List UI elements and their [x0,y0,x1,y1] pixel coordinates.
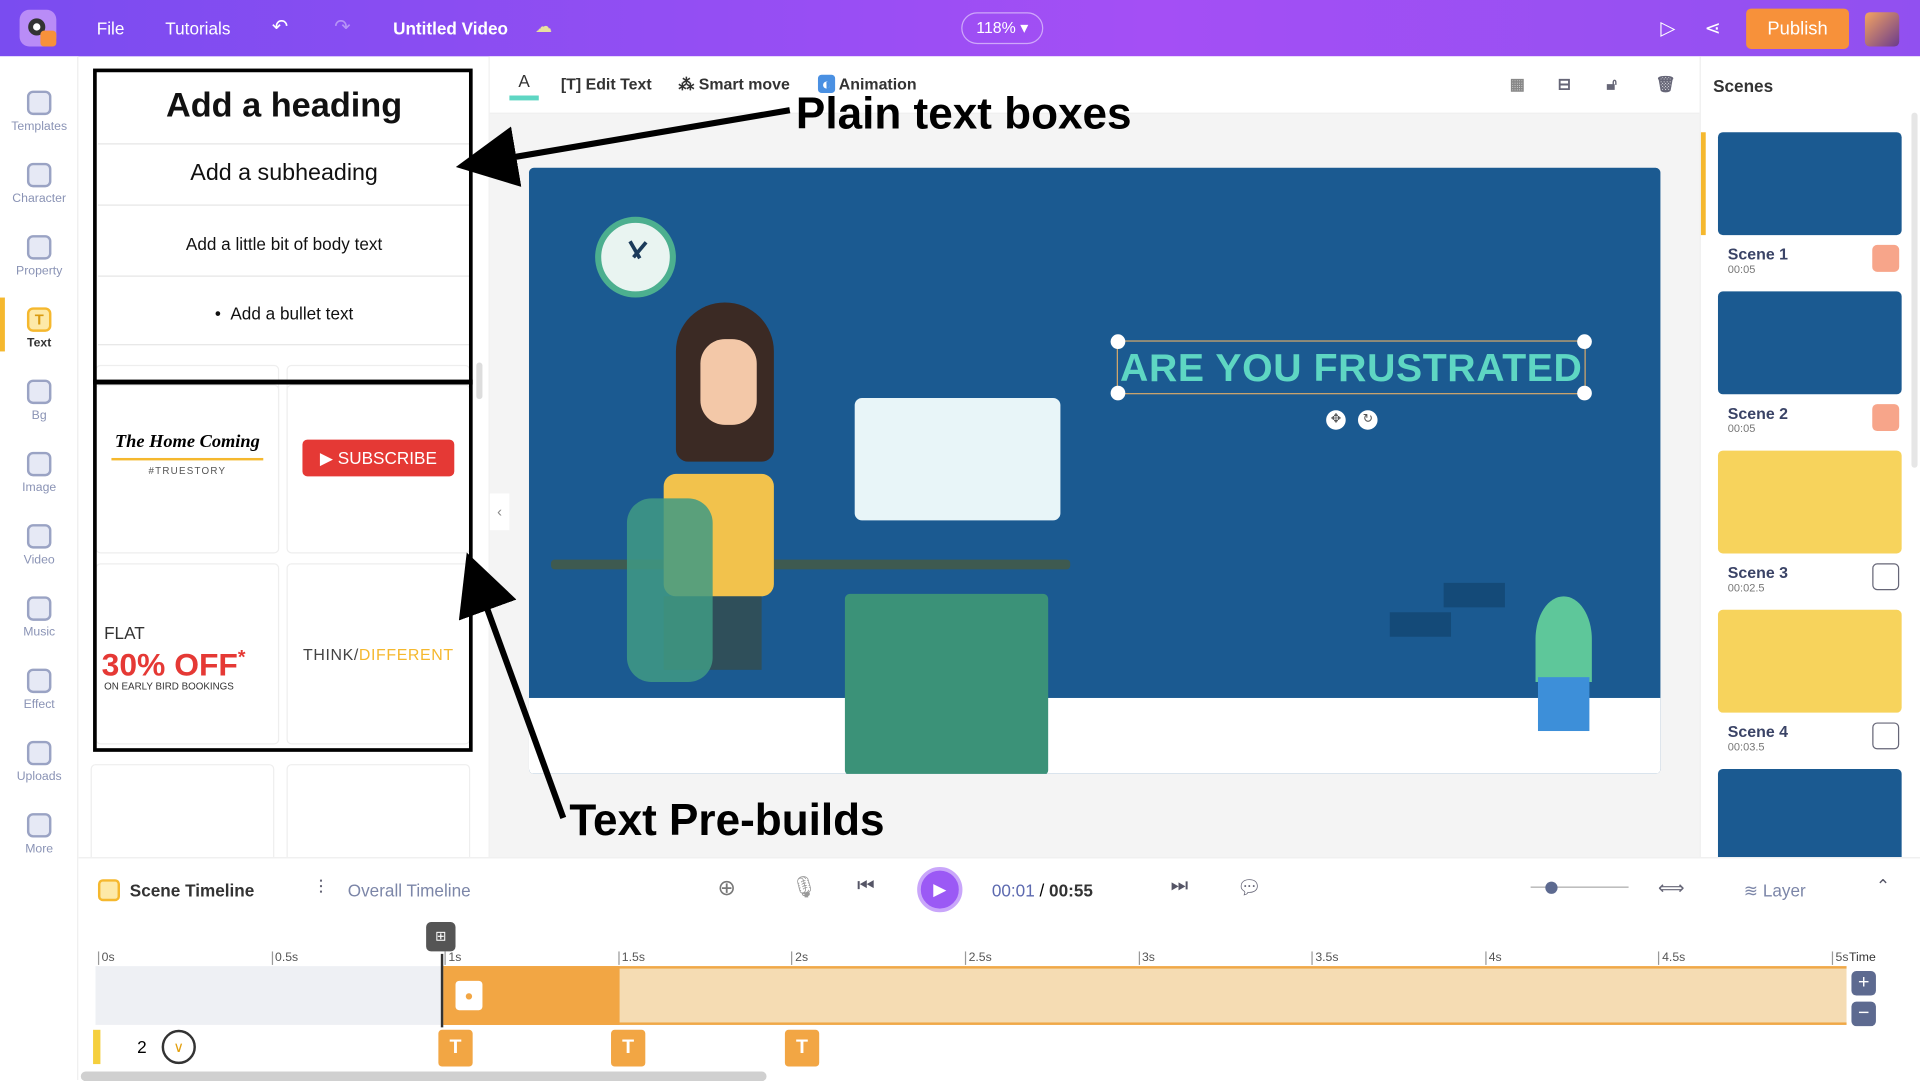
app: File Tutorials ↶ ↷ Untitled Video ☁ 118%… [0,0,1920,1081]
arrow-plain-text [455,107,791,187]
arrow-prebuilds [458,552,567,820]
annotation-plain-text: Plain text boxes [795,88,1132,139]
annotation-arrows [455,107,791,820]
annotation-prebuilds: Text Pre-builds [569,794,885,845]
